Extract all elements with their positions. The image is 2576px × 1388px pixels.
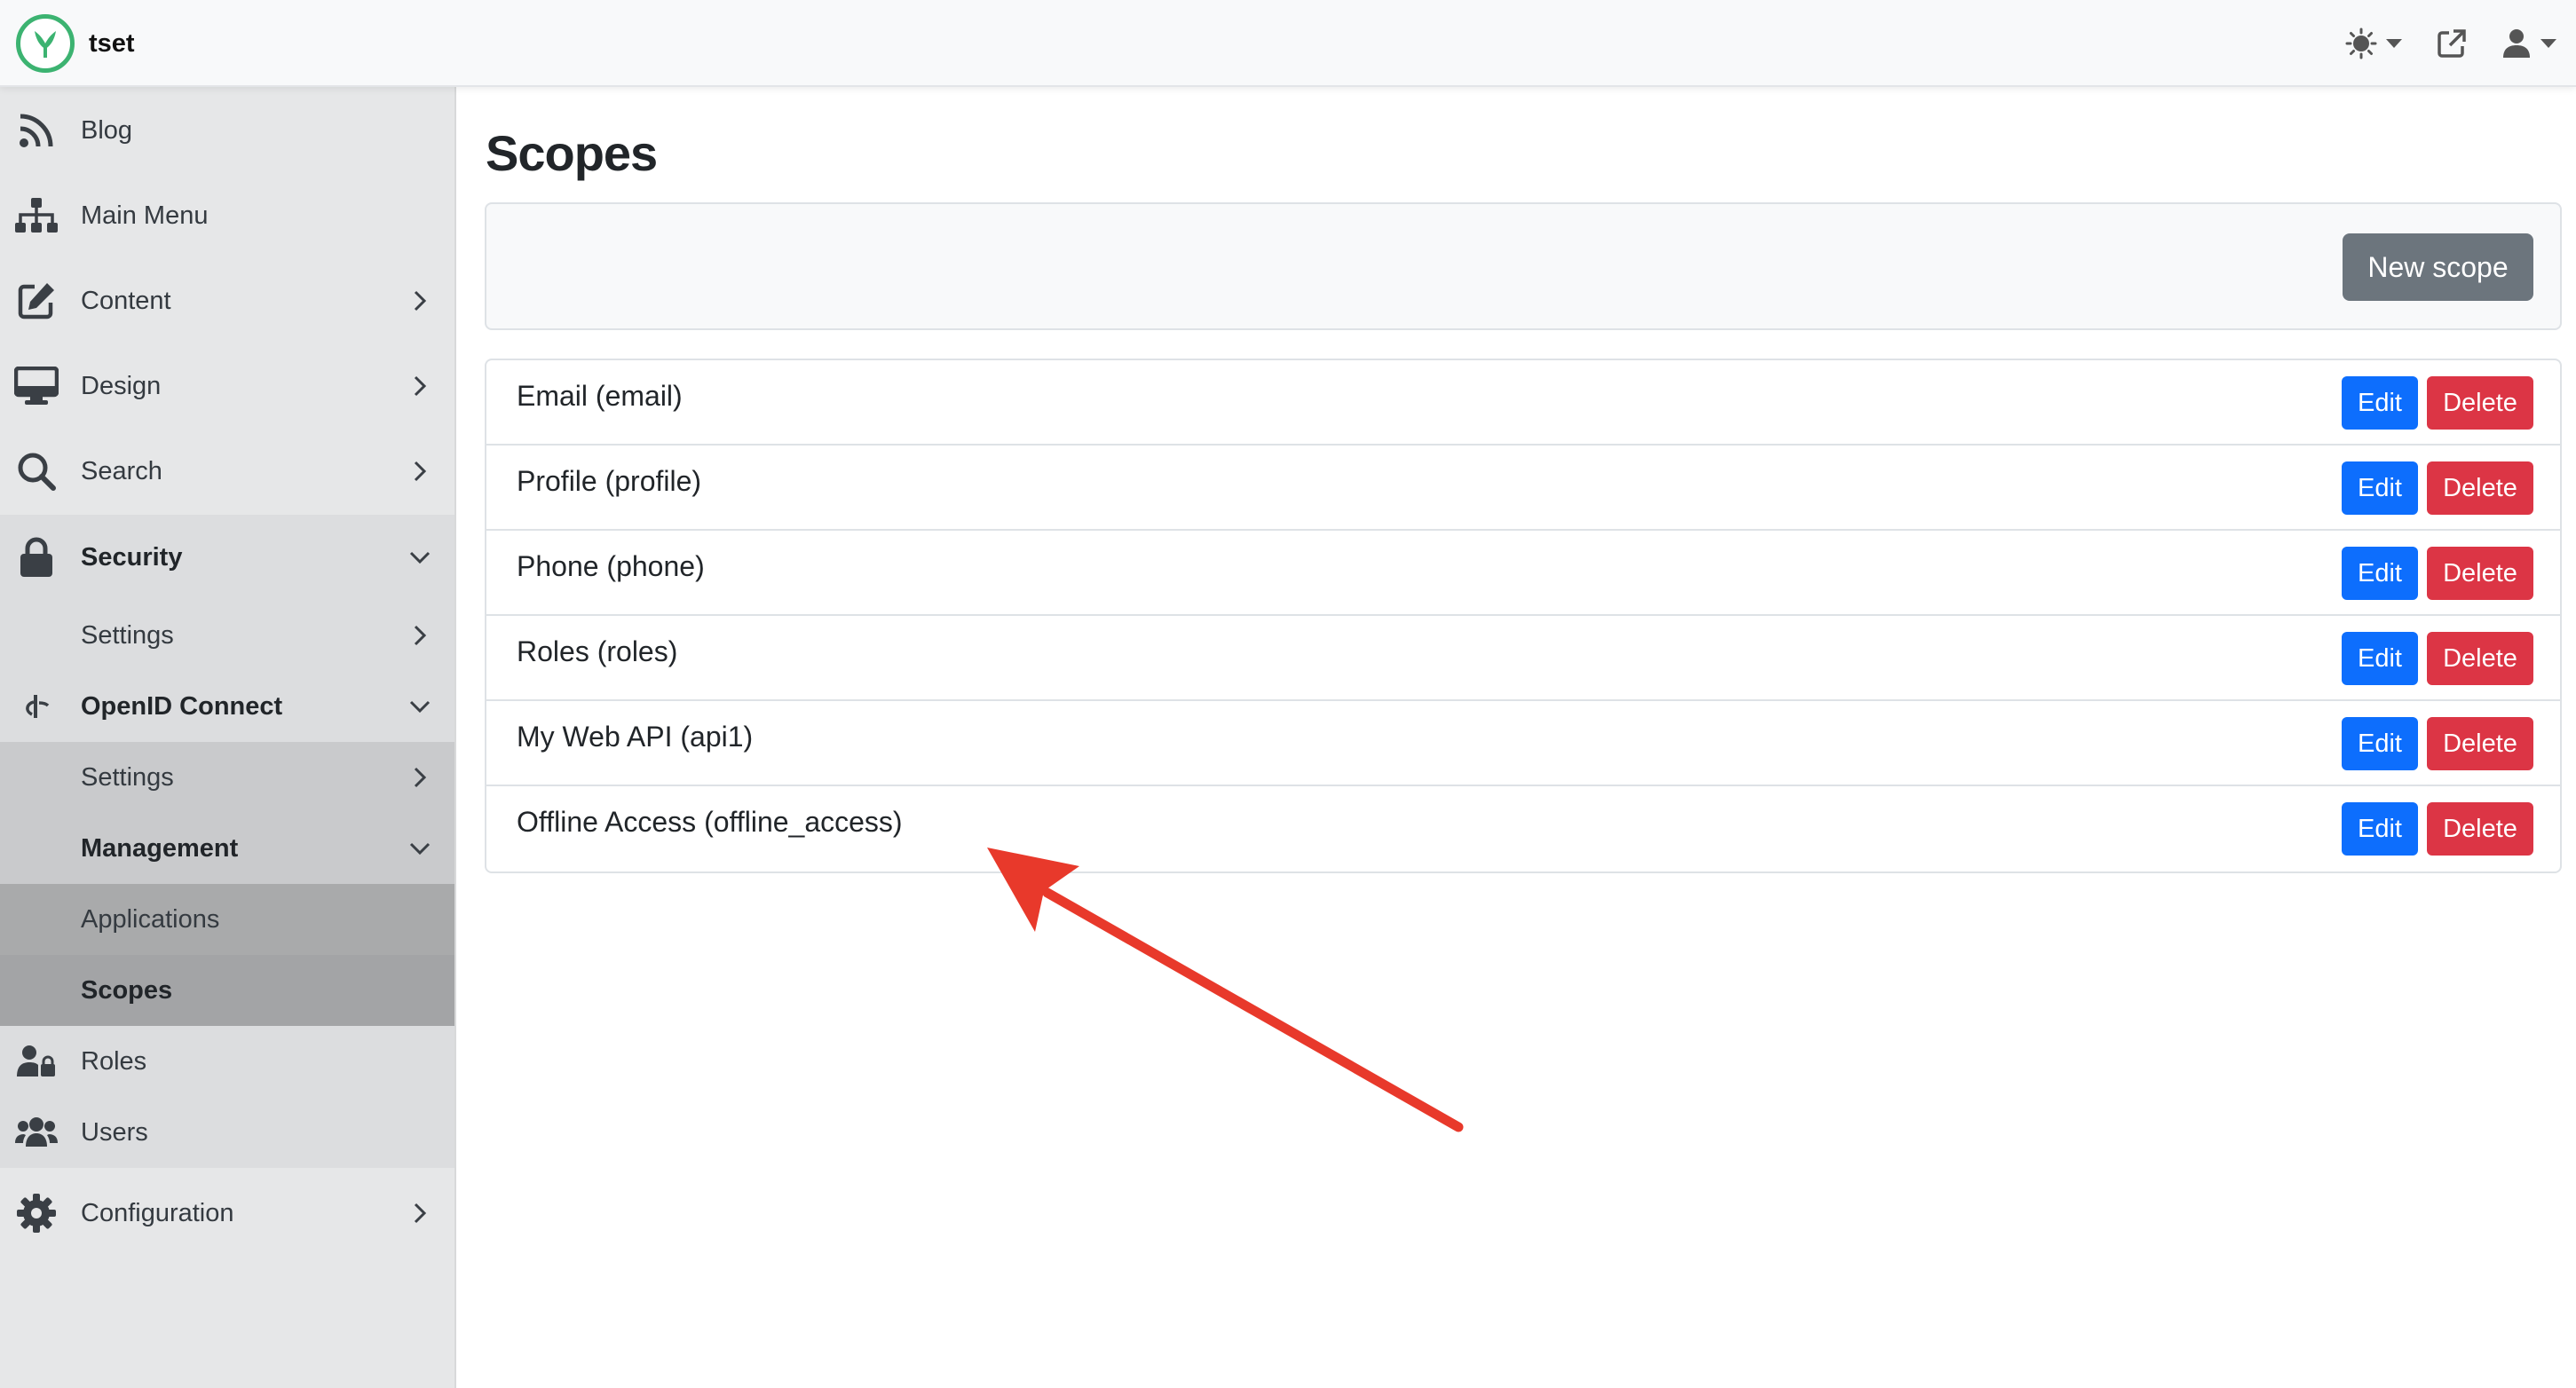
brand[interactable]: tset xyxy=(16,12,135,75)
scope-name: Profile (profile) xyxy=(517,465,702,497)
edit-icon xyxy=(14,279,59,323)
sidebar-item-label: Roles xyxy=(81,1046,147,1076)
sidebar-item-label: Settings xyxy=(81,762,174,792)
chevron-down-icon xyxy=(409,551,431,564)
sidebar-item-applications[interactable]: Applications xyxy=(0,884,454,955)
page-title: Scopes xyxy=(486,125,658,181)
gear-icon xyxy=(14,1191,59,1235)
new-scope-button[interactable]: New scope xyxy=(2343,233,2533,301)
sidebar-item-label: OpenID Connect xyxy=(81,691,283,721)
sidebar-item-label: Design xyxy=(81,371,162,400)
top-navbar: tset xyxy=(0,0,2576,87)
sidebar-item-content[interactable]: Content xyxy=(0,259,454,343)
list-item: My Web API (api1) Edit Delete xyxy=(486,701,2560,786)
edit-button[interactable]: Edit xyxy=(2342,717,2418,770)
sitemap-icon xyxy=(14,193,59,238)
sidebar-item-label: Configuration xyxy=(81,1198,234,1227)
sidebar-item-label: Applications xyxy=(81,904,220,934)
delete-button[interactable]: Delete xyxy=(2427,547,2533,600)
lock-icon xyxy=(14,535,59,580)
toolbar-card: New scope xyxy=(485,202,2562,330)
search-icon xyxy=(14,449,59,493)
chevron-down-icon xyxy=(409,842,431,856)
sidebar-item-openid-settings[interactable]: Settings xyxy=(0,742,454,813)
list-item: Email (email) Edit Delete xyxy=(486,360,2560,446)
chevron-down-icon xyxy=(2386,39,2402,48)
sidebar-item-configuration[interactable]: Configuration xyxy=(0,1171,454,1255)
sidebar-item-label: Search xyxy=(81,456,162,485)
sidebar-item-security-settings[interactable]: Settings xyxy=(0,600,454,671)
rss-icon xyxy=(14,108,59,153)
sidebar-item-label: Security xyxy=(81,542,183,572)
scope-name: Phone (phone) xyxy=(517,550,705,582)
visit-site-button[interactable] xyxy=(2436,28,2468,59)
sidebar-item-search[interactable]: Search xyxy=(0,430,454,513)
scope-name: Email (email) xyxy=(517,380,683,412)
list-item: Phone (phone) Edit Delete xyxy=(486,531,2560,616)
delete-button[interactable]: Delete xyxy=(2427,802,2533,856)
sidebar-item-openid-connect[interactable]: OpenID Connect xyxy=(0,671,454,742)
scope-name: My Web API (api1) xyxy=(517,721,754,753)
scope-name: Offline Access (offline_access) xyxy=(517,806,903,838)
chevron-right-icon xyxy=(414,461,427,482)
edit-button[interactable]: Edit xyxy=(2342,376,2418,430)
scopes-list: Email (email) Edit Delete Profile (profi… xyxy=(485,359,2562,873)
edit-button[interactable]: Edit xyxy=(2342,461,2418,515)
sidebar-item-scopes[interactable]: Scopes xyxy=(0,955,454,1026)
user-menu-button[interactable] xyxy=(2501,28,2556,59)
chevron-right-icon xyxy=(414,767,427,788)
sidebar-item-blog[interactable]: Blog xyxy=(0,89,454,172)
sidebar-item-label: Blog xyxy=(81,115,133,145)
chevron-right-icon xyxy=(414,375,427,397)
sidebar-item-security[interactable]: Security xyxy=(0,515,454,600)
chevron-down-icon xyxy=(2540,39,2556,48)
sidebar-item-label: Management xyxy=(81,833,239,863)
external-link-icon xyxy=(2438,29,2466,58)
chevron-right-icon xyxy=(414,625,427,646)
user-lock-icon xyxy=(14,1039,59,1084)
list-item: Roles (roles) Edit Delete xyxy=(486,616,2560,701)
delete-button[interactable]: Delete xyxy=(2427,376,2533,430)
desktop-icon xyxy=(14,364,59,408)
sidebar-item-main-menu[interactable]: Main Menu xyxy=(0,174,454,257)
sidebar-item-label: Users xyxy=(81,1117,148,1147)
chevron-down-icon xyxy=(409,700,431,714)
edit-button[interactable]: Edit xyxy=(2342,802,2418,856)
app-logo-icon xyxy=(16,14,75,73)
theme-toggle-button[interactable] xyxy=(2345,28,2402,59)
list-item: Offline Access (offline_access) Edit Del… xyxy=(486,786,2560,871)
scope-name: Roles (roles) xyxy=(517,635,678,667)
delete-button[interactable]: Delete xyxy=(2427,632,2533,685)
users-icon xyxy=(14,1110,59,1155)
theme-sun-icon xyxy=(2345,28,2377,59)
delete-button[interactable]: Delete xyxy=(2427,461,2533,515)
edit-button[interactable]: Edit xyxy=(2342,632,2418,685)
sidebar-item-label: Main Menu xyxy=(81,201,209,230)
sidebar-item-users[interactable]: Users xyxy=(0,1097,454,1168)
app-title: tset xyxy=(89,28,135,58)
openid-icon xyxy=(14,684,59,729)
edit-button[interactable]: Edit xyxy=(2342,547,2418,600)
sidebar-item-label: Settings xyxy=(81,620,174,650)
delete-button[interactable]: Delete xyxy=(2427,717,2533,770)
chevron-right-icon xyxy=(414,1203,427,1224)
sidebar-item-management[interactable]: Management xyxy=(0,813,454,884)
chevron-right-icon xyxy=(414,290,427,312)
sidebar-item-roles[interactable]: Roles xyxy=(0,1026,454,1097)
sidebar: Blog Main Menu Content Design Search Sec… xyxy=(0,87,456,1388)
user-icon xyxy=(2503,29,2530,58)
sidebar-item-label: Content xyxy=(81,286,171,315)
sidebar-item-design[interactable]: Design xyxy=(0,344,454,428)
sidebar-item-label: Scopes xyxy=(81,975,173,1005)
list-item: Profile (profile) Edit Delete xyxy=(486,446,2560,531)
